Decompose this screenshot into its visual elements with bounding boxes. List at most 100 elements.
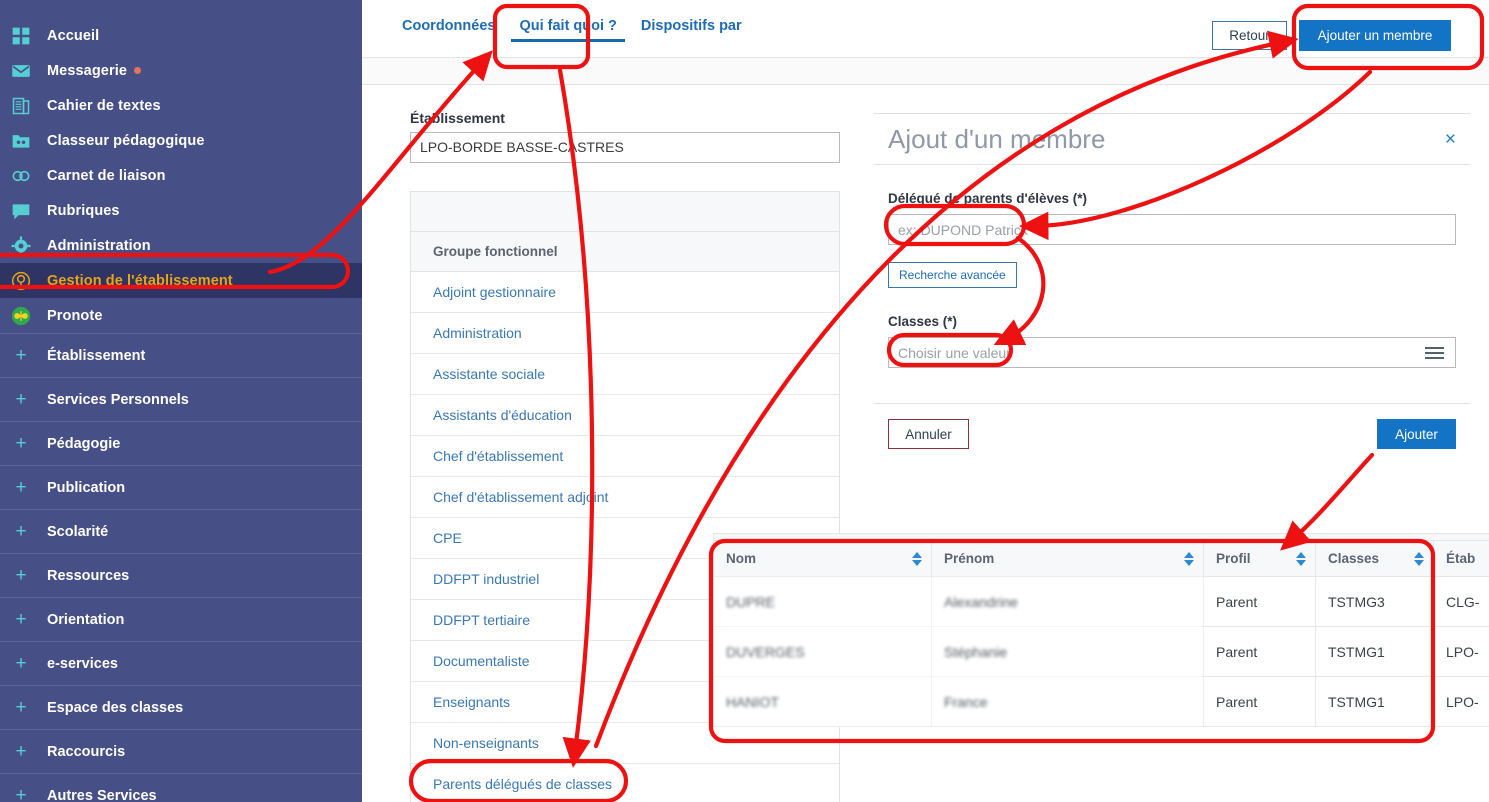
dialog-title: Ajout d'un membre <box>888 123 1106 154</box>
back-button[interactable]: Retour <box>1212 21 1287 50</box>
sidebar-top-spacer <box>0 0 362 18</box>
delegate-label: Délégué de parents d'élèves (*) <box>888 191 1088 206</box>
etablissement-input[interactable]: LPO-BORDE BASSE-CASTRES <box>410 132 840 163</box>
list-item[interactable]: Administration <box>411 313 839 354</box>
sidebar-group-services-personnels[interactable]: + Services Personnels <box>0 377 362 421</box>
sidebar-item-label: Pronote <box>47 307 103 324</box>
plus-icon[interactable]: + <box>9 390 33 409</box>
cancel-button[interactable]: Annuler <box>888 419 969 449</box>
sidebar-item-label: Carnet de liaison <box>47 167 166 184</box>
plus-icon[interactable]: + <box>9 522 33 541</box>
list-item[interactable]: Assistante sociale <box>411 354 839 395</box>
speech-bubble-icon <box>9 199 33 223</box>
list-item[interactable]: Adjoint gestionnaire <box>411 272 839 313</box>
tab-coordonn-es[interactable]: Coordonnées <box>390 18 507 50</box>
sidebar-item-rubriques[interactable]: Rubriques <box>0 193 362 228</box>
sidebar-group-label: Espace des classes <box>47 699 184 716</box>
tab-qui-fait-quoi[interactable]: Qui fait quoi ? <box>507 18 628 50</box>
list-item[interactable]: Assistants d'éducation <box>411 395 839 436</box>
column-header-tab[interactable]: Étab <box>1433 540 1489 577</box>
sidebar-group-raccourcis[interactable]: + Raccourcis <box>0 729 362 773</box>
results-table: Nom Prénom Profil Classes Étab DUPRE Alexandr… <box>713 540 1489 727</box>
column-header-classes[interactable]: Classes <box>1315 540 1434 577</box>
plus-icon[interactable]: + <box>9 698 33 717</box>
add-member-button[interactable]: Ajouter un membre <box>1299 20 1451 51</box>
sort-icon[interactable] <box>1414 551 1424 566</box>
sidebar-group-label: Services Personnels <box>47 391 189 408</box>
table-row[interactable]: HANIOT France Parent TSTMG1 LPO- <box>713 676 1489 727</box>
plus-icon[interactable]: + <box>9 742 33 761</box>
list-item[interactable]: Non-enseignants <box>411 723 839 764</box>
sidebar-group-scolarit[interactable]: + Scolarité <box>0 509 362 553</box>
sidebar-primary-nav: Accueil Messagerie Cahier de textes Classeu… <box>0 18 362 333</box>
sidebar-group-publication[interactable]: + Publication <box>0 465 362 509</box>
add-member-dialog: Ajout d'un membre × Délégué de parents d… <box>874 113 1470 473</box>
plus-icon[interactable]: + <box>9 654 33 673</box>
results-table-header-row: Nom Prénom Profil Classes Étab <box>713 540 1489 577</box>
classes-select[interactable]: Choisir une valeur <box>888 337 1456 368</box>
folder-icon <box>9 129 33 153</box>
sidebar-item-label: Accueil <box>47 27 100 44</box>
cell-prenom: France <box>931 676 1204 727</box>
column-header-profil[interactable]: Profil <box>1203 540 1316 577</box>
cell-prenom: Alexandrine <box>931 576 1204 627</box>
sidebar-item-messagerie[interactable]: Messagerie <box>0 53 362 88</box>
plus-icon[interactable]: + <box>9 346 33 365</box>
grid-icon <box>9 24 33 48</box>
sidebar-item-label: Gestion de l'établissement <box>47 272 233 289</box>
list-item[interactable]: Parents délégués de classes <box>411 764 839 802</box>
sidebar-item-accueil[interactable]: Accueil <box>0 18 362 53</box>
plus-icon[interactable]: + <box>9 434 33 453</box>
hamburger-icon[interactable] <box>1425 346 1444 359</box>
plus-icon[interactable]: + <box>9 478 33 497</box>
sort-icon[interactable] <box>912 551 922 566</box>
link-icon <box>9 164 33 188</box>
sidebar-group-ressources[interactable]: + Ressources <box>0 553 362 597</box>
sort-icon[interactable] <box>1296 551 1306 566</box>
table-row[interactable]: DUVERGES Stéphanie Parent TSTMG1 LPO- <box>713 626 1489 677</box>
cell-profil: Parent <box>1203 676 1316 727</box>
sidebar-item-pronote[interactable]: Pronote <box>0 298 362 333</box>
plus-icon[interactable]: + <box>9 610 33 629</box>
delegate-input[interactable]: ex: DUPOND Patrick <box>888 214 1456 245</box>
gear-icon <box>9 234 33 258</box>
cell-nom: HANIOT <box>713 676 932 727</box>
sort-icon[interactable] <box>1184 551 1194 566</box>
column-header-nom[interactable]: Nom <box>713 540 932 577</box>
advanced-search-button[interactable]: Recherche avancée <box>888 262 1017 288</box>
table-row[interactable]: DUPRE Alexandrine Parent TSTMG3 CLG- <box>713 576 1489 627</box>
sidebar-group-espace-des-classes[interactable]: + Espace des classes <box>0 685 362 729</box>
close-icon[interactable]: × <box>1445 130 1456 149</box>
sidebar-group-label: Publication <box>47 479 126 496</box>
sidebar-item-gestion-de-l-tablissement[interactable]: Gestion de l'établissement <box>0 263 362 298</box>
envelope-icon <box>9 59 33 83</box>
sidebar-item-administration[interactable]: Administration <box>0 228 362 263</box>
sidebar-item-carnet-de-liaison[interactable]: Carnet de liaison <box>0 158 362 193</box>
sidebar-group-tablissement[interactable]: + Établissement <box>0 333 362 377</box>
submit-button[interactable]: Ajouter <box>1377 419 1456 449</box>
sidebar-group-autres-services[interactable]: + Autres Services <box>0 773 362 802</box>
sidebar-group-e-services[interactable]: + e-services <box>0 641 362 685</box>
classes-select-placeholder: Choisir une valeur <box>898 344 1011 361</box>
column-header-pr-nom[interactable]: Prénom <box>931 540 1204 577</box>
sidebar-item-label: Administration <box>47 237 151 254</box>
sidebar-group-label: Orientation <box>47 611 125 628</box>
sidebar-group-p-dagogie[interactable]: + Pédagogie <box>0 421 362 465</box>
tab-dispositifs-par[interactable]: Dispositifs par <box>629 18 754 50</box>
list-item[interactable]: Chef d'établissement adjoint <box>411 477 839 518</box>
plus-icon[interactable]: + <box>9 566 33 585</box>
sidebar-item-classeur-p-dagogique[interactable]: Classeur pédagogique <box>0 123 362 158</box>
notebook-icon <box>9 94 33 118</box>
lamp-icon <box>9 269 33 293</box>
cell-etab: LPO- <box>1433 626 1489 677</box>
sidebar-item-label: Rubriques <box>47 202 120 219</box>
column-header-label: Profil <box>1216 551 1251 566</box>
sidebar-group-label: Autres Services <box>47 787 157 802</box>
cell-classes: TSTMG1 <box>1315 626 1434 677</box>
plus-icon[interactable]: + <box>9 786 33 802</box>
sidebar-item-label: Cahier de textes <box>47 97 161 114</box>
classes-label: Classes (*) <box>888 314 958 329</box>
sidebar-item-cahier-de-textes[interactable]: Cahier de textes <box>0 88 362 123</box>
list-item[interactable]: Chef d'établissement <box>411 436 839 477</box>
sidebar-group-orientation[interactable]: + Orientation <box>0 597 362 641</box>
